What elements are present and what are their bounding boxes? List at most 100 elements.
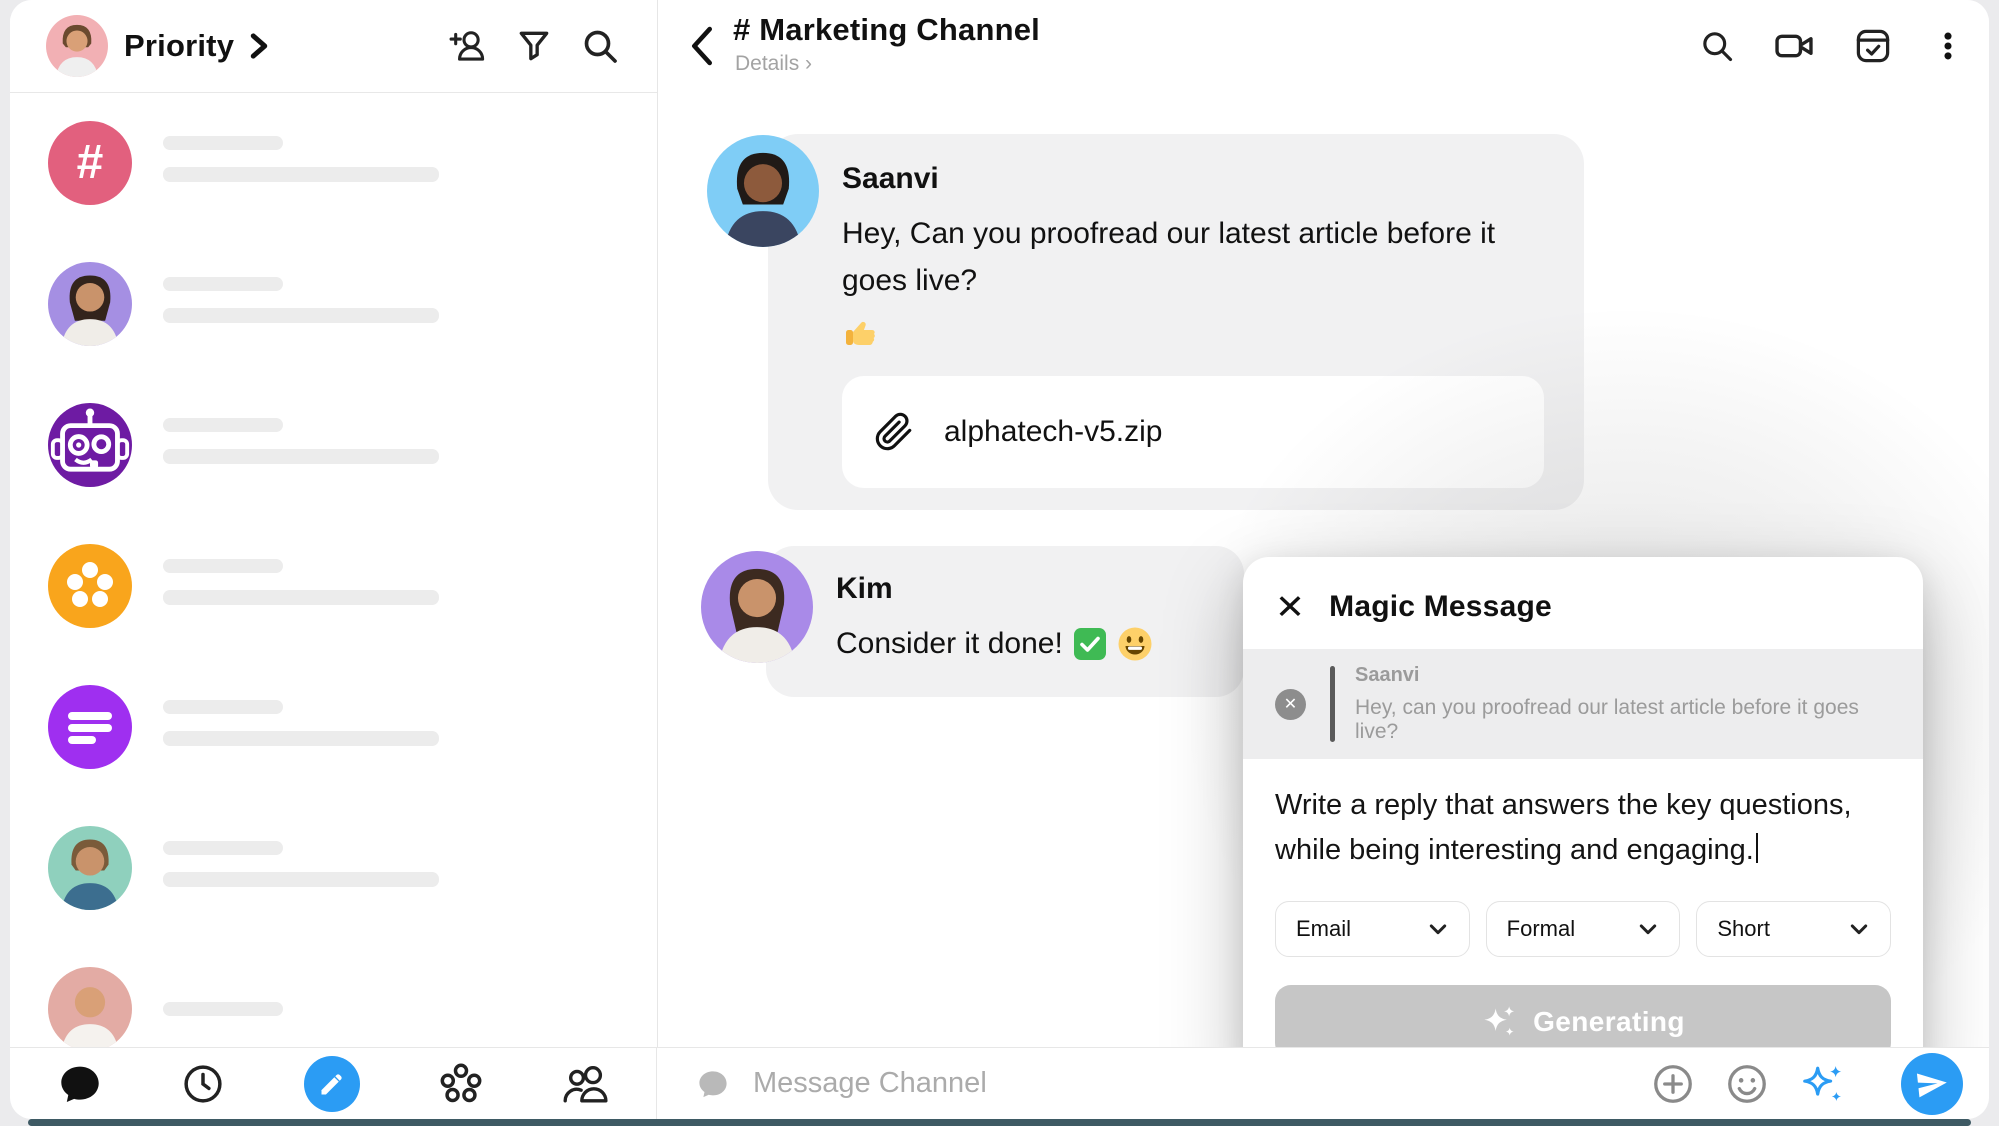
message-input[interactable] (751, 1066, 1651, 1101)
chevron-left-icon (689, 26, 715, 66)
nav-bar (10, 1048, 657, 1119)
attachment-filename: alphatech-v5.zip (944, 415, 1162, 449)
sparkle-icon (1481, 1004, 1517, 1040)
person-photo-icon (46, 15, 108, 77)
placeholder-bar (163, 841, 283, 855)
placeholder-bar (163, 590, 439, 605)
emoji-picker-icon[interactable] (1725, 1062, 1769, 1106)
grinning-face-emoji (1117, 626, 1153, 662)
magic-message-popup: ✕ Magic Message ✕ Saanvi Hey, can you pr… (1243, 557, 1923, 1087)
tone-select[interactable]: Formal (1486, 901, 1681, 957)
person-avatar (48, 967, 132, 1049)
lines-avatar (48, 685, 132, 769)
hash-icon: # (77, 135, 104, 190)
person-photo-icon (48, 967, 132, 1049)
placeholder-bar (163, 731, 439, 746)
bottom-bar (10, 1047, 1989, 1119)
send-button[interactable] (1901, 1053, 1963, 1115)
history-tab-icon[interactable] (181, 1062, 225, 1106)
placeholder-bar (163, 277, 283, 291)
avatar-saanvi[interactable] (707, 135, 819, 247)
close-icon[interactable]: ✕ (1275, 590, 1305, 624)
add-attachment-icon[interactable] (1651, 1062, 1695, 1106)
placeholder-bar (163, 700, 283, 714)
chats-tab-icon[interactable] (58, 1062, 102, 1106)
app-window: Priority (10, 0, 1989, 1119)
compose-button[interactable] (304, 1056, 360, 1112)
message-text: Hey, Can you proofread our latest articl… (842, 210, 1546, 350)
composer (657, 1048, 1989, 1119)
pencil-icon (318, 1070, 346, 1098)
text-lines-icon (48, 685, 132, 769)
back-button[interactable] (689, 24, 723, 68)
channel-title: # Marketing Channel (733, 12, 1040, 48)
dots-cluster-icon (48, 544, 132, 628)
chat-header: # Marketing Channel Details › (658, 0, 1989, 92)
sidebar-item-channel[interactable]: # (10, 92, 657, 233)
chevron-right-icon[interactable] (248, 33, 270, 59)
option-selects: Email Formal Short (1275, 901, 1891, 957)
filter-icon[interactable] (513, 25, 555, 67)
search-icon[interactable] (1699, 28, 1735, 64)
search-icon[interactable] (579, 25, 621, 67)
magic-prompt-input[interactable]: Write a reply that answers the key quest… (1275, 783, 1891, 873)
placeholder-bar (163, 418, 283, 432)
sidebar-item-notes[interactable] (10, 656, 657, 797)
tasks-icon[interactable] (1853, 26, 1893, 66)
sidebar-item-contact[interactable] (10, 233, 657, 374)
chevron-down-icon (1427, 918, 1449, 940)
popup-header: ✕ Magic Message (1275, 583, 1891, 631)
contacts-tab-icon[interactable] (562, 1061, 608, 1107)
quote-divider (1330, 666, 1335, 742)
robot-avatar (48, 403, 132, 487)
paper-plane-icon (1913, 1065, 1950, 1102)
length-select[interactable]: Short (1696, 901, 1891, 957)
placeholder-bar (163, 167, 439, 182)
placeholder-bar (163, 872, 439, 887)
chevron-down-icon (1848, 918, 1870, 940)
person-avatar (48, 826, 132, 910)
avatar-kim[interactable] (701, 551, 813, 663)
quoted-message: ✕ Saanvi Hey, can you proofread our late… (1243, 649, 1923, 759)
message-bubble: Kim Consider it done! (766, 546, 1244, 697)
remove-quote-icon[interactable]: ✕ (1275, 689, 1306, 720)
video-call-icon[interactable] (1773, 25, 1815, 67)
chevron-right-icon: › (805, 52, 812, 75)
chevron-down-icon (1637, 918, 1659, 940)
sidebar-item-contact[interactable] (10, 938, 657, 1048)
popup-title: Magic Message (1329, 590, 1552, 624)
message-saanvi: Saanvi Hey, Can you proofread our latest… (768, 134, 1584, 510)
message-bubble: Saanvi Hey, Can you proofread our latest… (768, 134, 1584, 510)
magic-sparkle-icon[interactable] (1799, 1061, 1845, 1107)
person-photo-icon (48, 262, 132, 346)
message-bubble-icon (697, 1068, 729, 1100)
generating-label: Generating (1533, 1006, 1685, 1038)
dots-avatar (48, 544, 132, 628)
sidebar-item-contact[interactable] (10, 797, 657, 938)
window-base-edge (28, 1119, 1971, 1126)
channel-hash-avatar: # (48, 121, 132, 205)
attachment-card[interactable]: alphatech-v5.zip (842, 376, 1544, 488)
channel-details-link[interactable]: Details › (735, 52, 812, 76)
conversation-list: # (10, 92, 657, 1048)
placeholder-bar (163, 1002, 283, 1016)
add-person-icon[interactable] (447, 25, 489, 67)
message-text: Consider it done! (836, 620, 1210, 667)
message-author: Kim (836, 572, 1210, 606)
sidebar-item-app[interactable] (10, 515, 657, 656)
apps-tab-icon[interactable] (439, 1062, 483, 1106)
current-user-avatar[interactable] (46, 15, 108, 77)
placeholder-bar (163, 449, 439, 464)
more-menu-icon[interactable] (1931, 29, 1965, 63)
check-mark-emoji (1073, 627, 1107, 661)
placeholder-bar (163, 136, 283, 150)
placeholder-bar (163, 559, 283, 573)
text-cursor (1756, 833, 1758, 863)
format-select[interactable]: Email (1275, 901, 1470, 957)
person-avatar (48, 262, 132, 346)
robot-icon (48, 403, 132, 487)
person-photo-icon (701, 551, 813, 663)
sidebar-item-bot[interactable] (10, 374, 657, 515)
quote-text: Hey, can you proofread our latest articl… (1355, 696, 1891, 744)
workspace-title: Priority (124, 28, 234, 64)
